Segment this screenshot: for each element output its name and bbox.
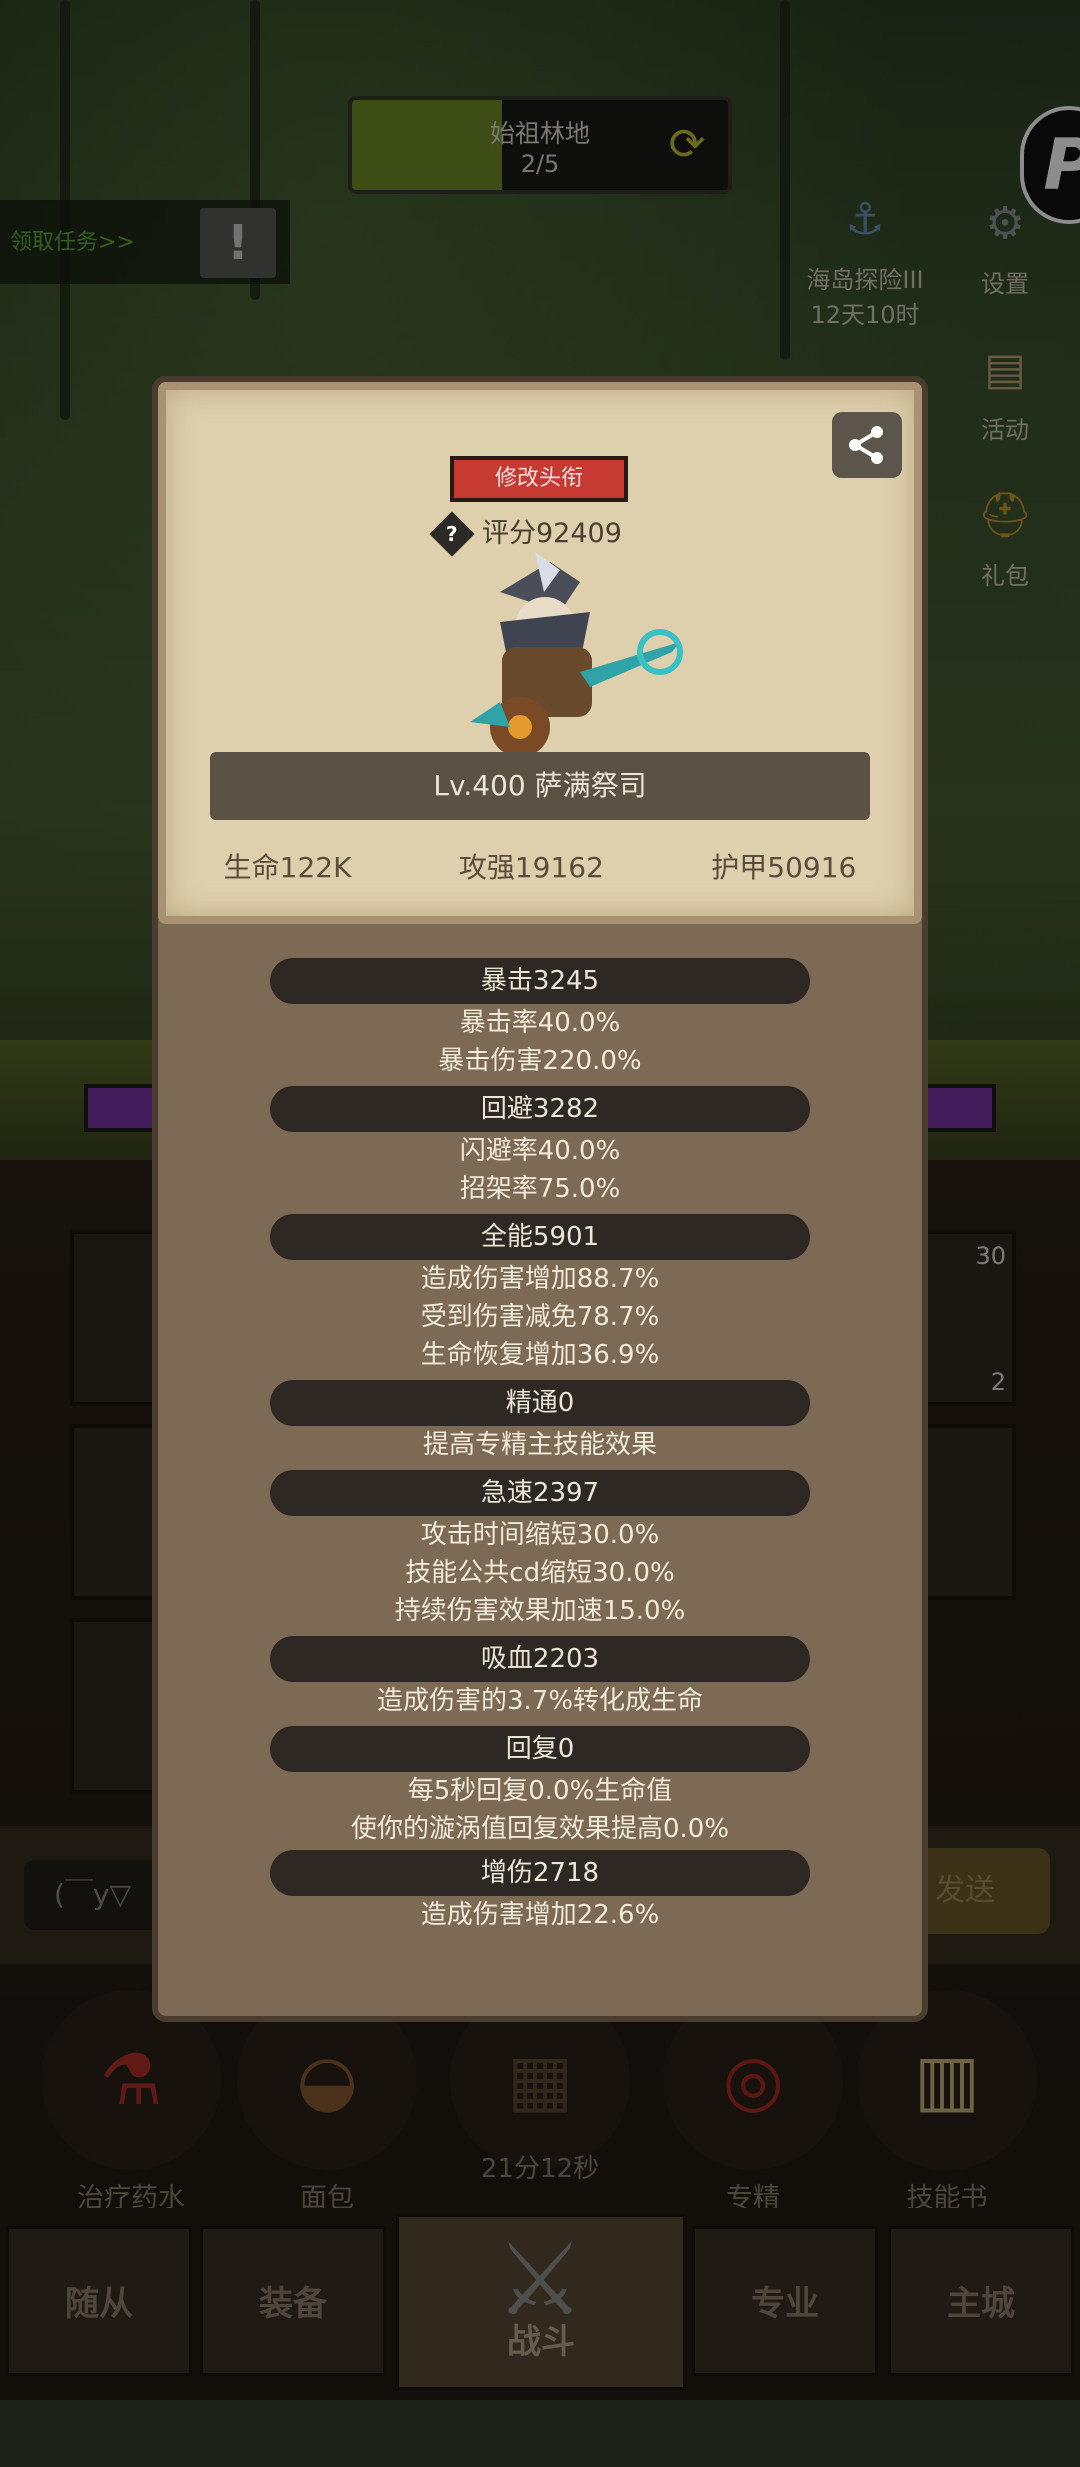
stat-mastery-header: 精通0 [270,1380,810,1426]
stat-line: 造成伤害的3.7%转化成生命 [376,1686,704,1716]
score-row: ? 评分92409 [429,511,622,557]
stat-line: 造成伤害增加22.6% [420,1900,660,1930]
stat-line: 提高专精主技能效果 [422,1430,657,1460]
share-button[interactable] [832,412,902,478]
stat-line: 暴击率40.0% [459,1008,621,1038]
stat-line: 闪避率40.0% [459,1136,621,1166]
stat-dodge-header: 回避3282 [270,1086,810,1132]
stat-line: 每5秒回复0.0%生命值 [407,1776,673,1806]
character-name-bar: Lv.400 萨满祭司 [210,752,870,820]
stat-line: 生命恢复增加36.9% [420,1340,660,1370]
stat-line: 受到伤害减免78.7% [420,1302,660,1332]
score-text: 评分92409 [482,518,622,549]
stat-versatility-header: 全能5901 [270,1214,810,1260]
stat-line: 技能公共cd缩短30.0% [405,1558,675,1588]
stat-line: 使你的漩涡值回复效果提高0.0% [350,1814,730,1844]
hp-stat: 生命122K [223,851,352,884]
stat-line: 持续伤害效果加速15.0% [394,1596,686,1626]
share-icon [849,426,883,464]
edit-title-button[interactable]: 修改头衔 [450,456,628,502]
stat-haste-header: 急速2397 [270,1470,810,1516]
stat-crit-header: 暴击3245 [270,958,810,1004]
stat-lifesteal-header: 吸血2203 [270,1636,810,1682]
stat-line: 招架率75.0% [459,1174,621,1204]
stat-line: 暴击伤害220.0% [438,1046,642,1076]
stat-line: 造成伤害增加88.7% [420,1264,660,1294]
armor-stat: 护甲50916 [711,851,857,884]
help-icon[interactable]: ? [429,511,475,557]
stat-damage-header: 增伤2718 [270,1850,810,1896]
stat-regen-header: 回复0 [270,1726,810,1772]
base-stats: 生命122K 攻强19162 护甲50916 [170,846,910,886]
attack-stat: 攻强19162 [458,851,604,884]
character-avatar [470,552,683,757]
stat-line: 攻击时间缩短30.0% [420,1520,660,1550]
